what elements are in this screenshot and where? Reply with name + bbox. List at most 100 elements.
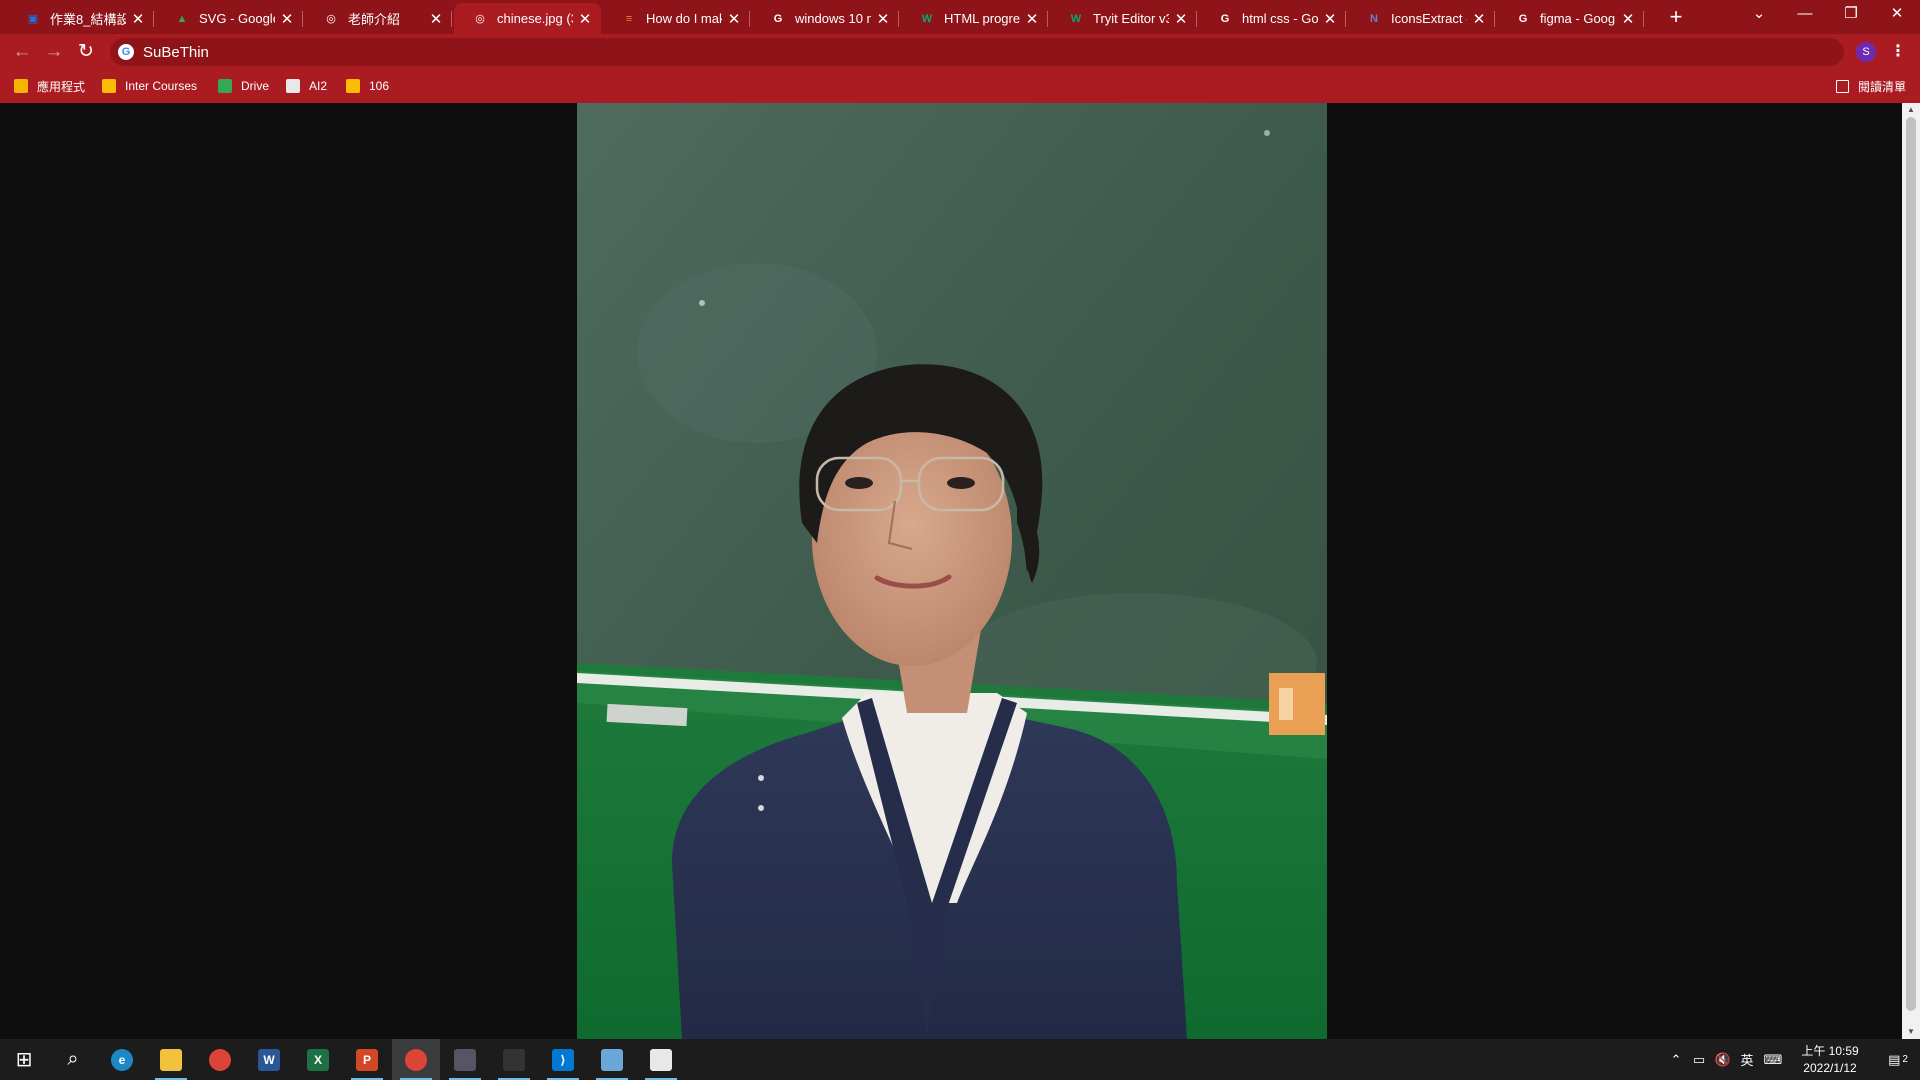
tab-10[interactable]: N IconsExtract - ✕ xyxy=(1348,3,1495,34)
bookmark-item[interactable]: Drive xyxy=(218,76,269,96)
tab-close-icon[interactable]: ✕ xyxy=(130,10,146,28)
bookmark-item[interactable]: Inter Courses xyxy=(102,76,197,96)
tab-separator xyxy=(1494,11,1495,27)
excel-icon: X xyxy=(307,1048,329,1071)
forward-button[interactable]: → xyxy=(40,38,68,66)
w3schools-icon: W xyxy=(1070,12,1082,25)
scroll-up-arrow[interactable]: ▲ xyxy=(1902,103,1920,117)
minimize-button[interactable]: — xyxy=(1782,0,1828,30)
classroom-icon xyxy=(102,79,116,93)
tab-close-icon[interactable]: ✕ xyxy=(1024,10,1040,28)
taskbar-edge-button[interactable]: e xyxy=(98,1039,146,1080)
globe-icon: ◎ xyxy=(326,13,336,25)
back-button[interactable]: ← xyxy=(8,38,36,66)
tab-close-icon[interactable]: ✕ xyxy=(279,10,295,28)
touch-keyboard-icon[interactable]: ⌨ xyxy=(1762,1039,1784,1080)
page-viewport xyxy=(0,103,1902,1039)
tab-title: 作業8_結構設計 xyxy=(50,12,126,27)
tab-separator xyxy=(898,11,899,27)
tab-separator xyxy=(302,11,303,27)
close-window-button[interactable]: ✕ xyxy=(1874,0,1920,30)
action-center-button[interactable]: ▤ 2 xyxy=(1876,1039,1920,1080)
scroll-down-arrow[interactable]: ▼ xyxy=(1902,1025,1920,1039)
tab-close-icon[interactable]: ✕ xyxy=(726,10,742,28)
tab-7[interactable]: W HTML progress ✕ xyxy=(901,3,1048,34)
taskbar-start-button[interactable]: ⊞ xyxy=(0,1039,48,1080)
taskbar-keyboard-app-button[interactable] xyxy=(441,1039,489,1080)
tab-8[interactable]: W Tryit Editor v3.7 ✕ xyxy=(1050,3,1197,34)
profile-avatar[interactable]: S xyxy=(1856,42,1876,62)
address-bar[interactable]: G SuBeThin xyxy=(110,38,1844,66)
tab-strip: ▣ 作業8_結構設計 ✕ ▲ SVG - Google Drive ✕ ◎ 老師介紹 ✕ ◎ chi… xyxy=(0,0,1920,34)
input-method-indicator[interactable]: 英 xyxy=(1736,1039,1758,1080)
bookmark-item[interactable]: AI2 xyxy=(286,76,327,96)
tab-title: chinese.jpg (30 xyxy=(497,11,573,26)
chrome-icon xyxy=(209,1048,231,1071)
bookmark-label: AI2 xyxy=(309,79,328,93)
tab-11[interactable]: Gfigma - Google ✕ xyxy=(1497,3,1644,34)
google-icon: G xyxy=(1220,12,1230,25)
browser-menu-button[interactable]: ⋮ xyxy=(1888,40,1908,64)
tab-separator xyxy=(749,11,750,27)
image-viewer-icon xyxy=(650,1048,672,1071)
tab-2[interactable]: ▲ SVG - Google Drive ✕ xyxy=(156,3,303,34)
scrollbar-thumb[interactable] xyxy=(1906,117,1916,1011)
tab-close-icon[interactable]: ✕ xyxy=(1620,10,1636,28)
tab-close-icon[interactable]: ✕ xyxy=(1322,10,1338,28)
reading-list-icon xyxy=(1835,79,1849,93)
tab-4[interactable]: ◎ chinese.jpg (30 ✕ xyxy=(454,3,601,34)
taskbar-chrome-profile-button[interactable] xyxy=(392,1039,440,1080)
reading-list-label: 閱讀清單 xyxy=(1857,79,1906,94)
reading-list-button[interactable]: 閱讀清單 xyxy=(1835,76,1906,96)
browser-window: ▣ 作業8_結構設計 ✕ ▲ SVG - Google Drive ✕ ◎ 老師介紹 ✕ ◎ chi… xyxy=(0,0,1920,103)
show-hidden-icons-button[interactable]: ⌃ xyxy=(1666,1039,1686,1080)
taskbar-excel-button[interactable]: X xyxy=(294,1039,342,1080)
tab-close-icon[interactable]: ✕ xyxy=(1471,10,1487,28)
taskbar-file-explorer-button[interactable] xyxy=(147,1039,195,1080)
bookmark-label: Drive xyxy=(241,79,270,93)
apps-grid-icon xyxy=(14,79,28,93)
tab-3[interactable]: ◎ 老師介紹 ✕ xyxy=(305,3,452,34)
tab-title: HTML progress xyxy=(944,11,1020,26)
bookmark-item[interactable]: 106 xyxy=(346,76,389,96)
taskbar-chrome-button[interactable] xyxy=(196,1039,244,1080)
search-icon: ⌕ xyxy=(67,1048,79,1070)
taskbar-word-button[interactable]: W xyxy=(245,1039,293,1080)
notification-count: 2 xyxy=(1902,1054,1908,1065)
tab-close-icon[interactable]: ✕ xyxy=(428,10,444,28)
powerpoint-icon: P xyxy=(356,1048,378,1071)
tab-6[interactable]: Gwindows 10 no ✕ xyxy=(752,3,899,34)
page-scrollbar[interactable]: ▲ ▼ xyxy=(1902,103,1920,1039)
w3schools-icon: W xyxy=(921,12,933,25)
network-icon[interactable]: ▭ xyxy=(1688,1039,1710,1080)
bookmarks-bar: 應用程式 Inter Courses Drive AI2 106 閱讀清單 xyxy=(0,70,1920,102)
reload-button[interactable]: ↻ xyxy=(72,38,100,66)
google-icon: G xyxy=(1518,12,1528,25)
google-icon: G xyxy=(118,44,134,60)
system-clock[interactable]: 上午 10:59 2022/1/12 xyxy=(1790,1043,1870,1077)
restore-button[interactable]: ❐ xyxy=(1828,0,1874,30)
tab-title: SVG - Google Drive xyxy=(199,11,275,26)
bookmark-item[interactable]: 應用程式 xyxy=(14,76,85,96)
tab-separator xyxy=(1643,11,1644,27)
taskbar-paint-button[interactable] xyxy=(588,1039,636,1080)
tab-title: 老師介紹 xyxy=(348,12,401,27)
taskbar-vscode-button[interactable]: ⟩ xyxy=(539,1039,587,1080)
taskbar-search-button[interactable]: ⌕ xyxy=(49,1039,97,1080)
taskbar-powerpoint-button[interactable]: P xyxy=(343,1039,391,1080)
stackoverflow-icon: ≡ xyxy=(625,12,633,25)
tab-1[interactable]: ▣ 作業8_結構設計 ✕ xyxy=(7,3,154,34)
new-tab-button[interactable]: + xyxy=(1662,4,1690,32)
taskbar-image-viewer-button[interactable] xyxy=(637,1039,685,1080)
tab-close-icon[interactable]: ✕ xyxy=(1173,10,1189,28)
tab-title: windows 10 no xyxy=(795,11,871,26)
start-icon: ⊞ xyxy=(15,1049,33,1071)
tab-search-button[interactable]: ⌄ xyxy=(1736,0,1782,30)
tab-9[interactable]: Ghtml css - Goo ✕ xyxy=(1199,3,1346,34)
tab-5[interactable]: ≡ How do I make ✕ xyxy=(603,3,750,34)
volume-muted-icon[interactable]: 🔇 xyxy=(1712,1039,1734,1080)
browser-toolbar: ← → ↻ G SuBeThin S ⋮ xyxy=(0,34,1920,70)
taskbar-inkscape-button[interactable] xyxy=(490,1039,538,1080)
tab-close-icon[interactable]: ✕ xyxy=(577,10,593,28)
tab-close-icon[interactable]: ✕ xyxy=(875,10,891,28)
